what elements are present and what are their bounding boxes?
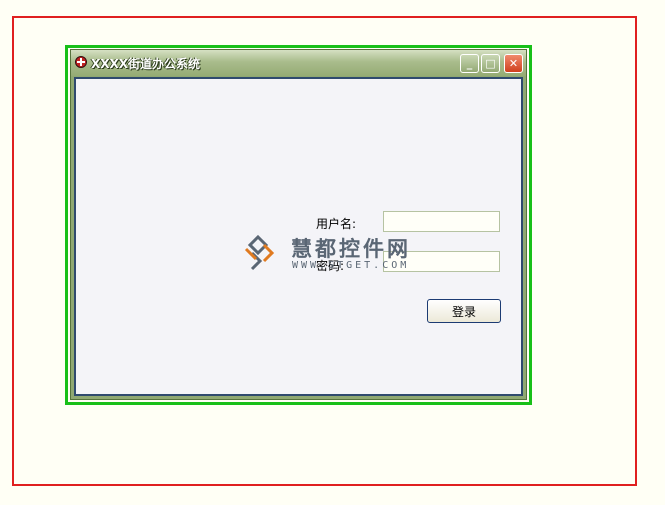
restore-icon: □ [485, 57, 496, 70]
window-title: XXXX街道办公系统 [91, 57, 201, 71]
username-field[interactable] [383, 211, 500, 232]
minimize-button[interactable]: _ [460, 54, 479, 73]
close-button[interactable]: ✕ [504, 54, 523, 73]
title-bar[interactable]: XXXX街道办公系统 _ □ ✕ [71, 50, 526, 76]
password-label: 密码: [316, 259, 345, 273]
login-panel: 用户名: 密码: 登录 [74, 77, 523, 396]
username-label: 用户名: [316, 217, 357, 231]
close-icon: ✕ [508, 57, 519, 70]
restore-button[interactable]: □ [481, 54, 500, 73]
login-button[interactable]: 登录 [427, 299, 501, 323]
minimize-icon: _ [466, 57, 473, 70]
app-window: XXXX街道办公系统 _ □ ✕ 用户名: 密码: 登录 [70, 49, 527, 400]
password-field[interactable] [383, 251, 500, 272]
app-globe-icon[interactable] [75, 56, 87, 68]
